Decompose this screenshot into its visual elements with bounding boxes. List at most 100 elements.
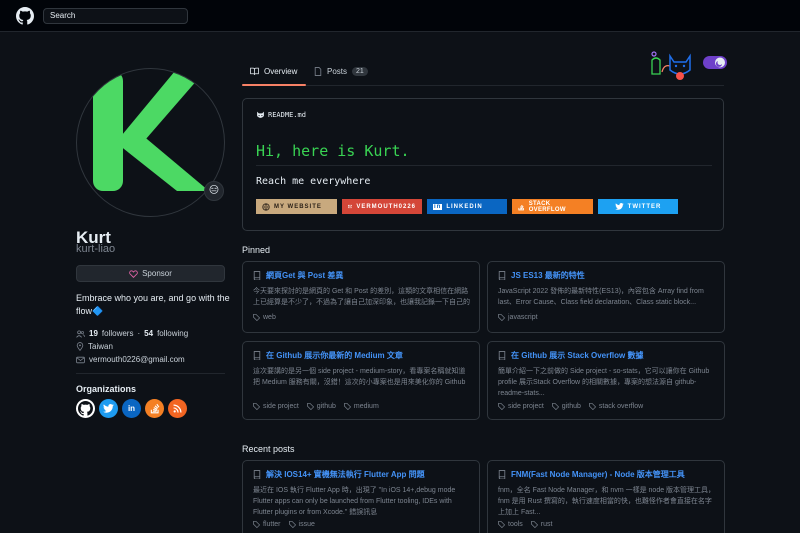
linkedin-icon[interactable]: in xyxy=(122,399,141,418)
tag[interactable]: medium xyxy=(343,403,379,410)
recent-post-title[interactable]: 解決 IOS14+ 實機無法執行 Flutter App 問題 xyxy=(253,469,425,480)
tag-icon xyxy=(498,314,505,321)
repo-book-icon xyxy=(498,351,506,360)
badge-linkedin-label: LINKEDIN xyxy=(446,203,483,210)
profile-login: kurt-liao xyxy=(76,243,116,255)
pinned-card-tags: web xyxy=(253,314,276,321)
followers-label[interactable]: followers xyxy=(102,329,134,338)
pinned-card-title[interactable]: 在 Github 展示 Stack Overflow 數據 xyxy=(498,350,643,361)
location-info: Taiwan xyxy=(76,342,113,351)
badge-my-website[interactable]: MY WEBSITE xyxy=(256,199,337,214)
github-icon[interactable] xyxy=(76,399,95,418)
following-label[interactable]: following xyxy=(157,329,188,338)
tag-icon xyxy=(288,521,296,528)
tag-label: side project xyxy=(508,403,544,410)
tag-label: stack overflow xyxy=(598,403,644,410)
organizations-list: in xyxy=(76,399,187,418)
octocat-small-icon xyxy=(257,111,264,118)
badge-twitter[interactable]: TWITTER xyxy=(598,199,678,214)
profile-tabs: Overview Posts 21 xyxy=(242,58,724,86)
tag[interactable]: github xyxy=(306,403,336,410)
tab-overview-label: Overview xyxy=(264,66,298,76)
stackoverflow-badge-icon xyxy=(518,204,524,210)
tag-label: github xyxy=(316,403,336,410)
badge-gmail[interactable]: VERMOUTH0226 xyxy=(342,199,422,214)
following-count[interactable]: 54 xyxy=(144,329,153,338)
recent-post-desc: 最近在 IOS 執行 Flutter App 時，出現了 "In iOS 14+… xyxy=(253,487,456,516)
tag[interactable]: rust xyxy=(530,521,553,528)
posts-counter: 21 xyxy=(352,66,368,76)
pinned-card-desc: JavaScript 2022 發佈的最新特性(ES13)，內容包含 Array… xyxy=(498,288,704,306)
contact-badges: MY WEBSITE VERMOUTH0226 in LINKEDIN STAC… xyxy=(256,199,678,214)
status-emoji[interactable]: 😑 xyxy=(204,181,224,201)
dot-separator: · xyxy=(137,329,141,338)
rss-icon[interactable] xyxy=(168,399,187,418)
tag[interactable]: web xyxy=(253,314,276,321)
repo-book-icon xyxy=(498,271,506,280)
readme-greeting: Hi, here is Kurt. xyxy=(256,142,410,160)
email-info: vermouth0226@gmail.com xyxy=(76,355,185,364)
tag-label: github xyxy=(561,403,581,410)
github-logo-icon[interactable] xyxy=(16,7,34,25)
tag-icon xyxy=(343,403,351,410)
readme-card: README.md Hi, here is Kurt. Reach me eve… xyxy=(242,98,724,231)
badge-stack-overflow-label: STACK OVERFLOW xyxy=(528,200,566,213)
repo-book-icon xyxy=(498,470,506,479)
pinned-card-title-text: JS ES13 最新的特性 xyxy=(511,271,585,280)
email-link[interactable]: vermouth0226@gmail.com xyxy=(89,355,185,364)
stackoverflow-icon[interactable] xyxy=(145,399,164,418)
pinned-card-desc: 今天要來探討的是網頁的 Get 和 Post 的差別，這類的文章相信在網路上已經… xyxy=(253,288,470,306)
tag[interactable]: issue xyxy=(288,521,315,528)
book-icon xyxy=(250,67,259,75)
pinned-card-title[interactable]: JS ES13 最新的特性 xyxy=(498,270,585,281)
tag-label: side project xyxy=(263,403,299,410)
recent-post-title-text: FNM(Fast Node Manager) - Node 版本管理工具 xyxy=(511,470,685,479)
badge-stack-overflow[interactable]: STACK OVERFLOW xyxy=(512,199,593,214)
tag-icon xyxy=(306,403,314,410)
twitter-icon[interactable] xyxy=(99,399,118,418)
pinned-card-title-text: 在 Github 展示你最新的 Medium 文章 xyxy=(266,351,403,360)
tab-posts[interactable]: Posts 21 xyxy=(314,64,368,78)
pinned-title: Pinned xyxy=(242,245,271,255)
tag[interactable]: flutter xyxy=(253,521,281,528)
recent-post-tags: tools rust xyxy=(498,521,552,528)
recent-post-card: FNM(Fast Node Manager) - Node 版本管理工具 fnm… xyxy=(487,460,725,533)
tag[interactable]: side project xyxy=(253,403,299,410)
sponsor-button[interactable]: Sponsor xyxy=(76,265,225,282)
badge-linkedin[interactable]: in LINKEDIN xyxy=(427,199,507,214)
search-input[interactable]: Search xyxy=(43,8,188,24)
tag[interactable]: github xyxy=(551,403,581,410)
readme-filename: README.md xyxy=(268,111,306,119)
pinned-card: JS ES13 最新的特性 JavaScript 2022 發佈的最新特性(ES… xyxy=(487,261,725,333)
gmail-icon xyxy=(348,204,353,209)
tab-overview[interactable]: Overview xyxy=(250,64,297,78)
avatar-k-logo xyxy=(93,71,209,191)
pinned-card-desc: 這次要講的是另一個 side project - medium-story，看專… xyxy=(253,368,466,386)
recent-post-title-text: 解決 IOS14+ 實機無法執行 Flutter App 問題 xyxy=(266,470,425,479)
recent-post-card: 解決 IOS14+ 實機無法執行 Flutter App 問題 最近在 IOS … xyxy=(242,460,480,533)
followers-count[interactable]: 19 xyxy=(89,329,98,338)
tag[interactable]: tools xyxy=(498,521,523,528)
tag[interactable]: stack overflow xyxy=(588,403,644,410)
pinned-card-title[interactable]: 網頁Get 與 Post 差異 xyxy=(253,270,343,281)
tag-label: medium xyxy=(353,403,379,410)
pinned-card-title-text: 在 Github 展示 Stack Overflow 數據 xyxy=(511,351,644,360)
sidebar-divider xyxy=(76,373,225,374)
tag[interactable]: javascript xyxy=(498,314,538,321)
tag-label: rust xyxy=(540,521,553,528)
tag-icon xyxy=(253,403,260,410)
readme-label[interactable]: README.md xyxy=(256,111,306,119)
pinned-card: 網頁Get 與 Post 差異 今天要來探討的是網頁的 Get 和 Post 的… xyxy=(242,261,480,333)
badge-twitter-label: TWITTER xyxy=(627,203,662,210)
tag-icon xyxy=(498,403,505,410)
tab-underline xyxy=(242,84,306,86)
readme-subheading: Reach me everywhere xyxy=(256,176,371,187)
tag-label: web xyxy=(263,314,276,321)
avatar[interactable] xyxy=(76,68,225,217)
tag-label: flutter xyxy=(263,521,281,528)
repo-book-icon xyxy=(253,470,261,479)
pinned-card-title[interactable]: 在 Github 展示你最新的 Medium 文章 xyxy=(253,350,403,361)
recent-post-title[interactable]: FNM(Fast Node Manager) - Node 版本管理工具 xyxy=(498,469,685,480)
badge-gmail-label: VERMOUTH0226 xyxy=(356,203,416,210)
tag[interactable]: side project xyxy=(498,403,544,410)
